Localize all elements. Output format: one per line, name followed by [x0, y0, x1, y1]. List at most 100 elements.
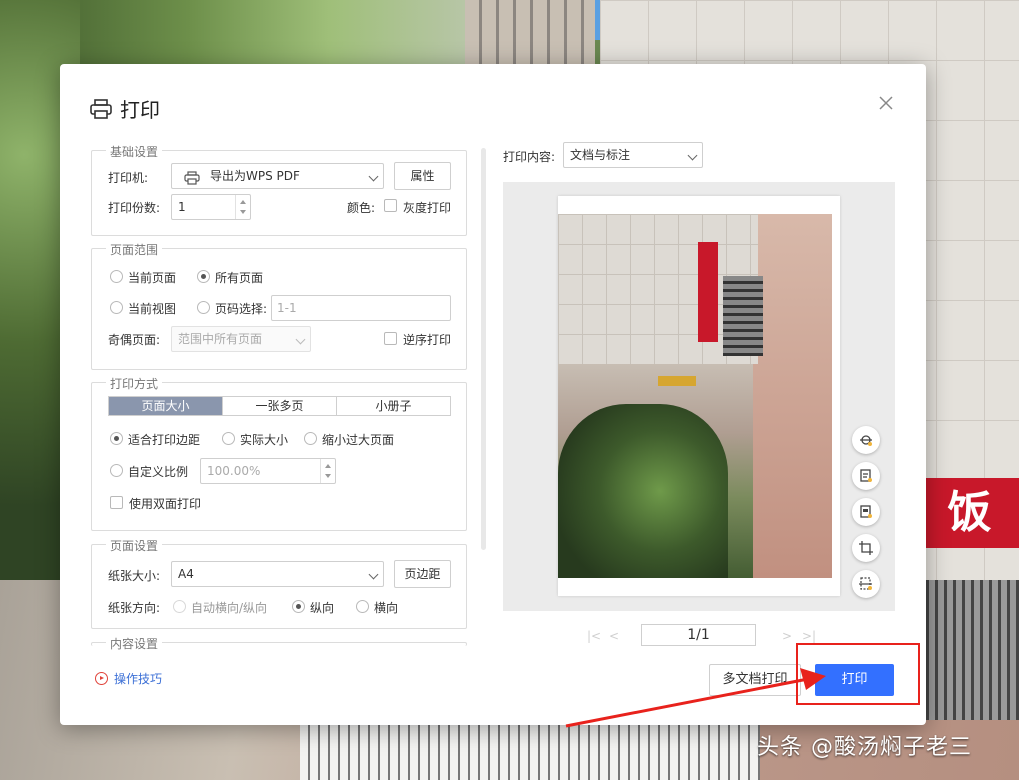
custom-scale-stepper[interactable]: 100.00% — [200, 458, 336, 484]
reverse-label: 逆序打印 — [403, 333, 452, 347]
current-view-label: 当前视图 — [128, 302, 177, 316]
tab-multi-page[interactable]: 一张多页 — [222, 397, 336, 415]
photo-walkway — [753, 214, 832, 578]
duplex-checkbox[interactable] — [110, 496, 123, 509]
print-preview — [503, 182, 895, 611]
custom-scale-value: 100.00% — [207, 464, 261, 478]
bg-gate — [926, 580, 1019, 720]
printer-label: 打印机: — [108, 171, 149, 185]
page-select-radio[interactable] — [197, 301, 210, 314]
page-indicator[interactable]: 1/1 — [641, 624, 756, 646]
dialog-title: 打印 — [90, 94, 160, 123]
dialog-title-text: 打印 — [120, 98, 160, 122]
tips-label: 操作技巧 — [114, 672, 163, 686]
paper-size-value: A4 — [178, 567, 194, 581]
chevron-down-icon — [687, 150, 698, 161]
odd-even-value: 范围中所有页面 — [178, 332, 263, 346]
properties-button[interactable]: 属性 — [394, 162, 451, 190]
grayscale-checkbox[interactable] — [384, 199, 397, 212]
grayscale-label: 灰度打印 — [403, 201, 452, 215]
crop-tool-icon[interactable] — [852, 534, 880, 562]
margins-button[interactable]: 页边距 — [394, 560, 451, 588]
photo-sign — [698, 242, 718, 342]
reverse-checkbox[interactable] — [384, 332, 397, 345]
custom-scale-radio[interactable] — [110, 464, 123, 477]
watermark-text: 头条 @酸汤焖子老三 — [757, 735, 972, 760]
chevron-down-icon — [295, 334, 306, 345]
tips-link[interactable]: 操作技巧 — [95, 670, 162, 687]
stepper-arrows-icon[interactable] — [320, 459, 335, 483]
custom-scale-label: 自定义比例 — [128, 465, 189, 479]
print-method-group: 打印方式 页面大小 一张多页 小册子 适合打印边距 实际大小 缩小过大页面 自定… — [91, 375, 467, 531]
paper-size-select[interactable]: A4 — [171, 561, 384, 587]
current-page-radio[interactable] — [110, 270, 123, 283]
content-label: 打印内容: — [503, 150, 556, 164]
copies-value: 1 — [178, 200, 186, 214]
photo-tree — [558, 404, 728, 578]
photo-gate — [723, 276, 763, 356]
page-range-legend: 页面范围 — [106, 241, 163, 258]
tab-booklet[interactable]: 小册子 — [336, 397, 450, 415]
fit-margin-label: 适合打印边距 — [128, 433, 201, 447]
stepper-arrows-icon[interactable] — [235, 195, 250, 219]
close-icon[interactable] — [876, 94, 896, 114]
highlight-box — [796, 643, 920, 705]
copies-stepper[interactable]: 1 — [171, 194, 251, 220]
actual-size-radio[interactable] — [222, 432, 235, 445]
content-value: 文档与标注 — [570, 148, 631, 162]
page-setup-legend: 页面设置 — [106, 537, 163, 554]
actual-size-label: 实际大小 — [240, 433, 289, 447]
preview-photo — [558, 214, 832, 578]
first-page-icon[interactable]: |< — [587, 629, 601, 643]
photo-awning — [658, 376, 696, 386]
odd-even-select[interactable]: 范围中所有页面 — [171, 326, 311, 352]
content-select[interactable]: 文档与标注 — [563, 142, 703, 168]
portrait-label: 纵向 — [310, 601, 335, 615]
all-pages-radio[interactable] — [197, 270, 210, 283]
current-page-label: 当前页面 — [128, 271, 177, 285]
next-page-icon[interactable]: > — [782, 629, 792, 643]
bg-building — [465, 0, 595, 64]
portrait-radio[interactable] — [292, 600, 305, 613]
prev-page-icon[interactable]: < — [609, 629, 619, 643]
auto-orientation-radio[interactable] — [173, 600, 186, 613]
page-info-tool-icon[interactable] — [852, 498, 880, 526]
rotate-tool-icon[interactable] — [852, 426, 880, 454]
page-range-group: 页面范围 当前页面 所有页面 当前视图 页码选择: 1-1 奇偶页面: 范围中所… — [91, 241, 467, 370]
orientation-label: 纸张方向: — [108, 601, 161, 615]
color-label: 颜色: — [347, 201, 376, 215]
shrink-large-label: 缩小过大页面 — [322, 433, 395, 447]
chevron-down-icon — [368, 569, 379, 580]
multi-document-print-button[interactable]: 多文档打印 — [709, 664, 801, 696]
landscape-radio[interactable] — [356, 600, 369, 613]
chevron-down-icon — [368, 171, 379, 182]
tab-page-size[interactable]: 页面大小 — [109, 397, 222, 415]
fit-page-tool-icon[interactable] — [852, 462, 880, 490]
current-view-radio[interactable] — [110, 301, 123, 314]
content-settings-legend: 内容设置 — [106, 635, 163, 652]
paper-size-label: 纸张大小: — [108, 569, 161, 583]
copies-label: 打印份数: — [108, 201, 161, 215]
bg-fence — [300, 725, 760, 780]
printer-small-icon — [184, 169, 200, 193]
landscape-label: 横向 — [374, 601, 399, 615]
basic-settings-group: 基础设置 打印机: 导出为WPS PDF 属性 打印份数: 1 颜色: 灰度打印 — [91, 143, 467, 236]
print-dialog: 打印 基础设置 打印机: 导出为WPS PDF 属性 打印份数: 1 颜色: 灰… — [60, 64, 926, 725]
page-setup-group: 页面设置 纸张大小: A4 页边距 纸张方向: 自动横向/纵向 纵向 横向 — [91, 537, 467, 629]
fit-margin-radio[interactable] — [110, 432, 123, 445]
printer-select[interactable]: 导出为WPS PDF — [171, 163, 384, 189]
printer-icon — [90, 98, 112, 119]
page-select-label: 页码选择: — [215, 302, 268, 316]
play-icon — [95, 672, 108, 685]
print-method-legend: 打印方式 — [106, 375, 163, 392]
print-method-tabs: 页面大小 一张多页 小册子 — [108, 396, 451, 416]
last-page-icon[interactable]: >| — [802, 629, 816, 643]
split-tool-icon[interactable] — [852, 570, 880, 598]
printer-value: 导出为WPS PDF — [210, 169, 300, 183]
duplex-label: 使用双面打印 — [129, 497, 202, 511]
auto-orientation-label: 自动横向/纵向 — [191, 601, 268, 615]
preview-page — [558, 196, 840, 596]
shrink-large-radio[interactable] — [304, 432, 317, 445]
page-select-input[interactable]: 1-1 — [271, 295, 451, 321]
settings-scrollbar[interactable] — [481, 148, 486, 550]
